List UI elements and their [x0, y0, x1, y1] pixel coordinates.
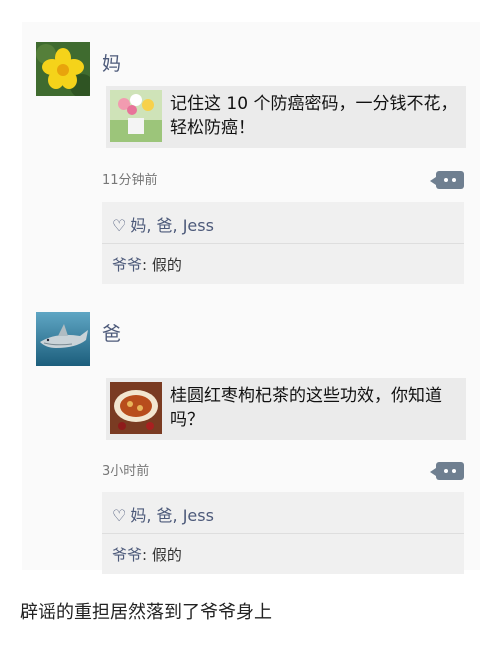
likes-comments-box: ♡ 妈, 爸, Jess 爷爷: 假的	[102, 492, 464, 574]
post-timestamp: 3小时前	[102, 464, 150, 479]
comment-separator: :	[142, 256, 152, 274]
comment-item[interactable]: 爷爷: 假的	[112, 544, 182, 565]
author-name[interactable]: 爸	[102, 319, 121, 346]
likes-names[interactable]: 妈, 爸, Jess	[130, 506, 214, 525]
tea-bowl-thumbnail	[110, 382, 162, 434]
shared-article-title: 记住这 10 个防癌密码，一分钱不花，轻松防癌！	[170, 94, 458, 138]
heart-icon: ♡	[112, 506, 127, 525]
heart-icon: ♡	[112, 216, 127, 235]
divider	[102, 243, 464, 244]
commenter-name[interactable]: 爷爷	[112, 546, 142, 564]
shared-article-card[interactable]: 桂圆红枣枸杞茶的这些功效，你知道吗？	[106, 378, 466, 440]
likes-line: ♡ 妈, 爸, Jess	[112, 502, 214, 526]
shared-article-card[interactable]: 记住这 10 个防癌密码，一分钱不花，轻松防癌！	[106, 86, 466, 148]
flower-pot-thumbnail	[110, 90, 162, 142]
likes-names[interactable]: 妈, 爸, Jess	[130, 216, 214, 235]
shared-article-title: 桂圆红枣枸杞茶的这些功效，你知道吗？	[170, 386, 442, 430]
comment-text: 假的	[151, 546, 182, 564]
likes-comments-box: ♡ 妈, 爸, Jess 爷爷: 假的	[102, 202, 464, 284]
moments-feed: 妈 记住这 10 个防癌密码，一分钱不花，轻松防癌！ 11分钟前 ♡ 妈, 爸,…	[22, 22, 480, 574]
comment-text: 假的	[151, 256, 182, 274]
commenter-name[interactable]: 爷爷	[112, 256, 142, 274]
yellow-flower-avatar[interactable]	[36, 42, 90, 96]
comment-menu-icon[interactable]	[430, 171, 464, 189]
comment-menu-icon[interactable]	[430, 462, 464, 480]
author-name[interactable]: 妈	[102, 49, 121, 76]
divider	[102, 533, 464, 534]
meme-caption: 辟谣的重担居然落到了爷爷身上	[20, 602, 272, 623]
shark-avatar[interactable]	[36, 312, 90, 366]
comment-item[interactable]: 爷爷: 假的	[112, 254, 182, 275]
post-timestamp: 11分钟前	[102, 173, 158, 188]
comment-separator: :	[142, 546, 152, 564]
likes-line: ♡ 妈, 爸, Jess	[112, 212, 214, 236]
